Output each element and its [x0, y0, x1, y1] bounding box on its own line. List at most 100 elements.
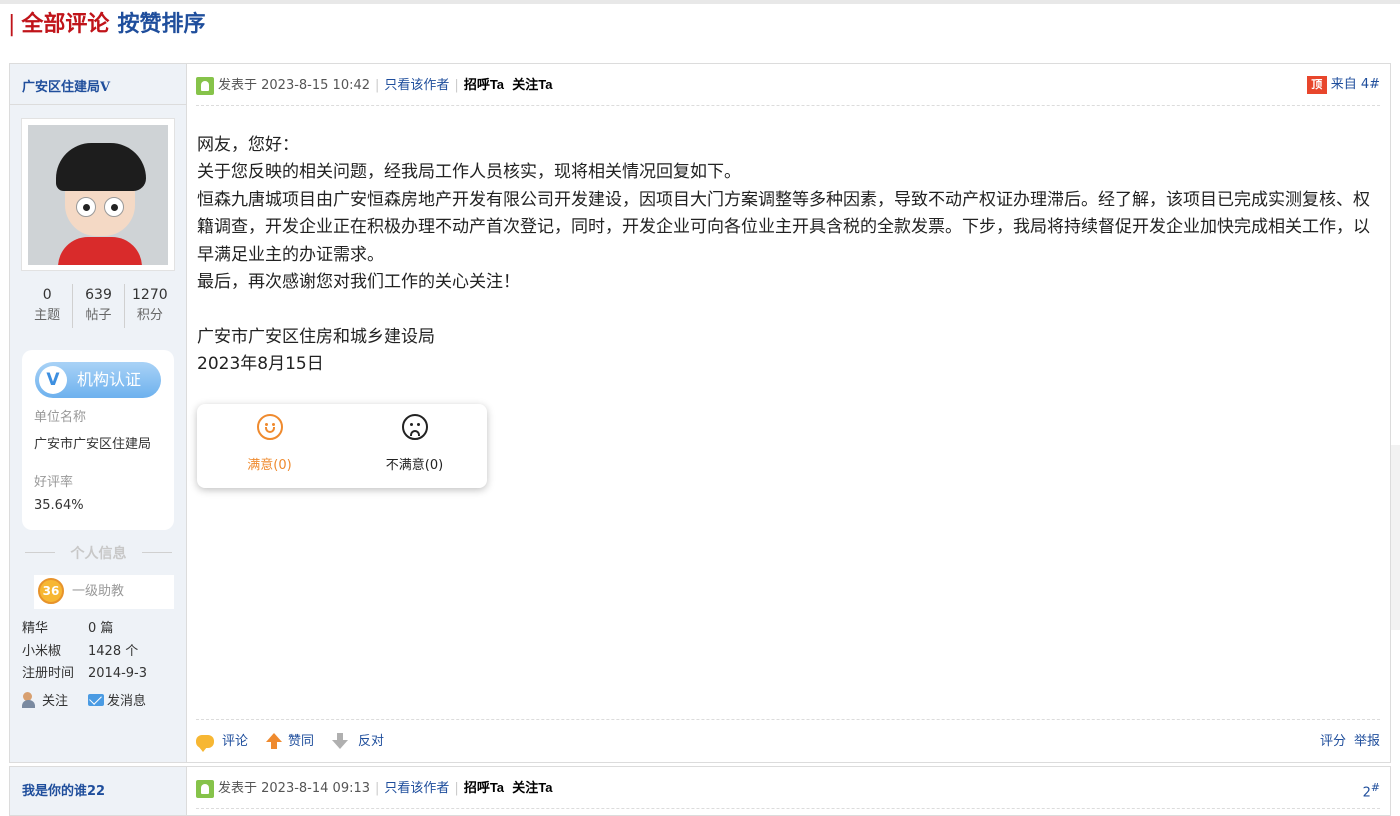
follow-ta-link[interactable]: 关注Ta [512, 780, 552, 795]
avatar[interactable] [21, 118, 175, 271]
floor-label: 2 [1362, 785, 1371, 801]
avatar-image[interactable] [28, 125, 168, 265]
follow-ta-link[interactable]: 关注Ta [512, 77, 552, 92]
content-line: 关于您反映的相关问题，经我局工作人员核实，现将相关情况回复如下。 [197, 162, 741, 183]
arrow-down-icon[interactable] [332, 733, 349, 749]
info-value: 2014-9-3 [88, 666, 148, 681]
unsatisfied-label: 不满意(0) [385, 458, 444, 473]
stat-topics[interactable]: 0 主题 [22, 284, 72, 328]
author-stats: 0 主题 639 帖子 1270 积分 [22, 284, 175, 328]
content-line: 网友，您好： [197, 135, 299, 155]
info-key: 小米椒 [22, 644, 62, 659]
author-name[interactable]: 广安区住建局V [22, 76, 110, 95]
header-separator: | [375, 781, 380, 796]
unit-name-label: 单位名称 [34, 410, 87, 425]
agree-link[interactable]: 赞同 [288, 734, 314, 749]
info-register-date: 注册时间 2014-9-3 [22, 662, 147, 681]
post-content: 网友，您好： 关于您反映的相关问题，经我局工作人员核实，现将相关情况回复如下。 … [197, 132, 1377, 379]
content-line: 广安市广安区住房和城乡建设局 [197, 326, 435, 347]
stat-num: 0 [42, 287, 52, 303]
avatar-hair [56, 143, 146, 191]
section-title: | 全部评论 按赞排序 [8, 10, 205, 40]
only-author-link[interactable]: 只看该作者 [384, 78, 449, 93]
author-sidebar: 广安区住建局V 0 主题 639 帖子 1270 积分 V 机构认证 单位名称 … [10, 64, 187, 762]
floor-number[interactable]: 2# [1363, 767, 1380, 814]
frown-icon [401, 414, 428, 440]
header-separator: | [454, 781, 459, 796]
post-main: 发表于 2023-8-14 09:13 | 只看该作者 | 招呼Ta 关注Ta 2# [188, 767, 1390, 815]
cert-v-icon: V [39, 366, 67, 394]
comment-post: 我是你的谁22 发表于 2023-8-14 09:13 | 只看该作者 | 招呼Ta 关… [9, 766, 1391, 816]
sort-by-likes-link[interactable]: 按赞排序 [117, 12, 205, 37]
send-message-link[interactable]: 发消息 [107, 694, 146, 709]
content-line: 2023年8月15日 [197, 354, 324, 375]
footer-right-links: 评分 举报 [1312, 720, 1380, 764]
comment-link[interactable]: 评论 [222, 734, 248, 749]
rating-label: 好评率 [34, 475, 74, 490]
follow-link[interactable]: 关注 [42, 694, 68, 709]
info-key: 精华 [22, 621, 49, 636]
floor-number[interactable]: 顶来自 4# [1306, 64, 1380, 106]
unit-name-value: 广安市广安区住建局 [34, 437, 152, 452]
only-author-link[interactable]: 只看该作者 [384, 781, 449, 796]
satisfied-button[interactable]: 满意(0) [197, 414, 342, 473]
stat-num: 639 [85, 287, 112, 303]
floor-label: 来自 4# [1330, 77, 1380, 92]
info-value: 1428 个 [88, 644, 139, 659]
stat-posts[interactable]: 639 帖子 [72, 284, 123, 328]
level-name: 一级助教 [72, 584, 125, 599]
info-peppers: 小米椒 1428 个 [22, 640, 138, 659]
level-badge-icon: 36 [38, 578, 64, 604]
satisfaction-rating: 满意(0) 不满意(0) [197, 404, 487, 488]
floor-sup: # [1370, 781, 1380, 794]
stat-label: 主题 [34, 308, 61, 323]
post-footer: 评论 赞同 反对 评分 举报 [196, 719, 1380, 764]
avatar-eye-left [76, 197, 96, 217]
header-separator: | [375, 78, 380, 93]
greet-link[interactable]: 招呼Ta [464, 780, 504, 795]
post-doc-icon [196, 76, 214, 95]
verified-v-icon: V [100, 80, 111, 95]
stat-points[interactable]: 1270 积分 [123, 284, 175, 328]
all-comments-tab[interactable]: 全部评论 [21, 12, 109, 37]
top-divider [0, 0, 1400, 4]
stat-label: 帖子 [85, 308, 112, 323]
unsatisfied-button[interactable]: 不满意(0) [342, 414, 487, 473]
avatar-pupil [83, 204, 90, 211]
info-value: 0 篇 [88, 621, 114, 636]
cert-badge-label: 机构认证 [77, 370, 142, 389]
score-link[interactable]: 评分 [1320, 734, 1346, 749]
satisfied-label: 满意(0) [247, 458, 292, 473]
info-key: 注册时间 [22, 666, 75, 681]
avatar-eye-right [104, 197, 124, 217]
content-line: 恒森九唐城项目由广安恒森房地产开发有限公司开发建设，因项目大门方案调整等多种因素… [197, 189, 1370, 265]
top-icon[interactable]: 顶 [1306, 75, 1327, 94]
certification-card: V 机构认证 单位名称 广安市广安区住建局 好评率 35.64% [22, 350, 174, 530]
author-name[interactable]: 我是你的谁22 [22, 780, 105, 799]
info-essence: 精华 0 篇 [22, 617, 113, 636]
follow-user-icon[interactable] [22, 691, 40, 708]
sidebar-divider [10, 104, 187, 105]
greet-link[interactable]: 招呼Ta [464, 77, 504, 92]
author-actions: 关注 发消息 [22, 690, 146, 709]
personal-info-heading: 个人信息 [22, 543, 175, 563]
author-name-text[interactable]: 广安区住建局 [22, 80, 100, 95]
content-line: 最后，再次感谢您对我们工作的关心关注！ [197, 272, 520, 293]
title-bar: | [8, 12, 16, 37]
comment-post: 广安区住建局V 0 主题 639 帖子 1270 积分 V 机构认证 单位名称 … [9, 63, 1391, 763]
post-doc-icon [196, 779, 214, 798]
post-date: 发表于 2023-8-15 10:42 [218, 78, 371, 93]
avatar-shirt [58, 237, 142, 265]
comment-icon[interactable] [196, 735, 214, 752]
mail-icon[interactable] [88, 693, 105, 706]
post-main: 发表于 2023-8-15 10:42 | 只看该作者 | 招呼Ta 关注Ta 顶来自 … [188, 64, 1390, 762]
smile-icon [256, 414, 283, 440]
org-cert-badge[interactable]: V 机构认证 [35, 362, 161, 398]
header-separator: | [454, 78, 459, 93]
user-level[interactable]: 36 一级助教 [34, 575, 174, 609]
post-header: 发表于 2023-8-14 09:13 | 只看该作者 | 招呼Ta 关注Ta 2# [196, 767, 1380, 809]
avatar-pupil [111, 204, 118, 211]
report-link[interactable]: 举报 [1354, 734, 1380, 749]
oppose-link[interactable]: 反对 [358, 734, 384, 749]
arrow-up-icon[interactable] [266, 733, 283, 749]
